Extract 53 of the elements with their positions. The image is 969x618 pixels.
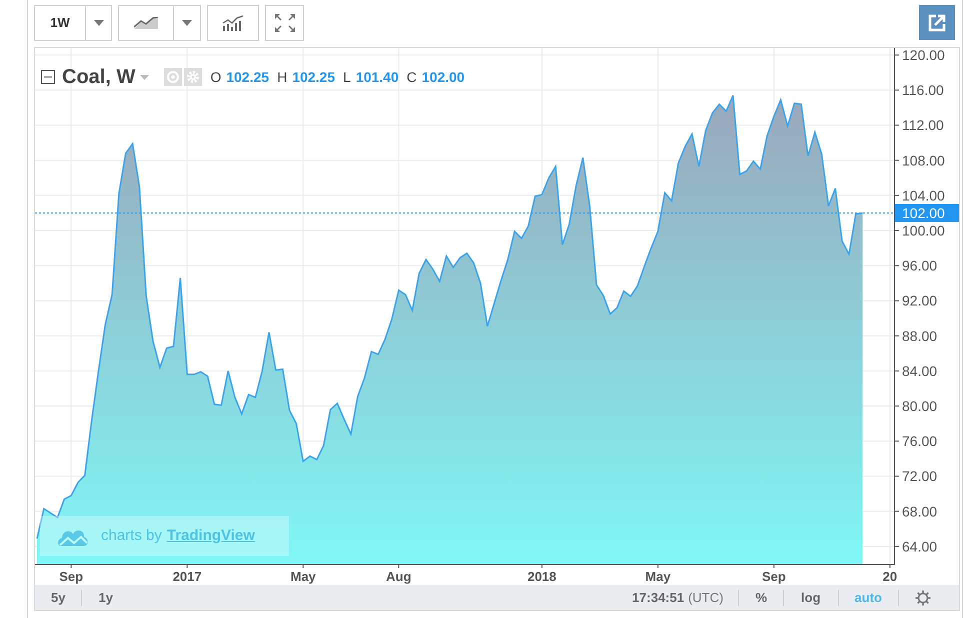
external-link-icon [928, 14, 946, 32]
axis-label: 2017 [172, 569, 202, 584]
axis-label: 116.00 [902, 82, 944, 98]
axis-label: 92.00 [902, 292, 938, 309]
axis-label: May [290, 569, 316, 584]
axis-label: 84.00 [902, 362, 938, 379]
ref-line-label: 102.00 [902, 204, 946, 221]
axis-label: Sep [59, 569, 84, 584]
settings-icon [915, 590, 931, 606]
clock-time: 17:34:51 [632, 588, 684, 607]
legend-value: 102.00 [422, 68, 465, 86]
fullscreen-button[interactable] [265, 5, 304, 41]
axis-label: 104.00 [902, 187, 945, 204]
caret-icon[interactable] [140, 74, 150, 80]
legend-label: H [277, 68, 288, 86]
axis-label: 80.00 [902, 398, 938, 414]
caret-icon [182, 20, 192, 26]
legend-label: L [343, 68, 351, 86]
area-chart-icon [134, 17, 158, 29]
axis-label: 88.00 [902, 328, 938, 344]
symbol-title[interactable]: Coal, W [62, 62, 136, 92]
fullscreen-icon [274, 14, 294, 32]
range-button[interactable]: 1y [82, 585, 129, 610]
axis-label: 64.00 [902, 538, 938, 554]
caret-icon [94, 20, 104, 26]
axis-label: 108.00 [902, 152, 945, 168]
axis-label: 72.00 [902, 468, 938, 484]
axis-label: 20 [882, 569, 898, 584]
axis-label: May [645, 569, 671, 584]
indicators-button[interactable] [207, 5, 259, 41]
legend-value: 102.25 [226, 68, 270, 86]
axis-label: 96.00 [902, 258, 938, 274]
legend-value: 102.25 [292, 68, 336, 86]
axis-label: 76.00 [902, 433, 938, 450]
timezone-label: (UTC) [688, 588, 724, 607]
scale-option-button[interactable]: % [739, 585, 784, 610]
legend-value: 101.40 [356, 68, 399, 86]
axis-label: 120.00 [902, 48, 945, 64]
scale-option-button[interactable]: log [784, 585, 838, 610]
axis-label: Sep [762, 569, 786, 584]
axis-label: 68.00 [902, 503, 938, 520]
axis-label: 112.00 [902, 117, 944, 134]
attribution-text: charts by [101, 526, 162, 546]
axis-label: Aug [386, 569, 412, 584]
axis-label: 100.00 [902, 222, 945, 239]
popout-button[interactable] [919, 5, 955, 40]
legend-label: C [406, 68, 417, 86]
collapse-icon[interactable] [41, 70, 55, 84]
axis-label: 2018 [527, 569, 556, 584]
legend-label: O [210, 68, 222, 86]
range-button[interactable]: 5y [35, 585, 82, 610]
indicators-icon [222, 15, 244, 31]
price-badge: 102.00 [895, 204, 959, 222]
